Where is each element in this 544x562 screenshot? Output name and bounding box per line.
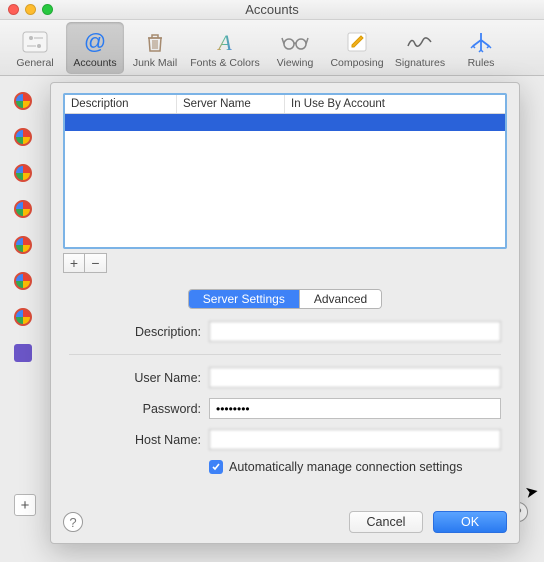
cell-server [177, 114, 285, 131]
preferences-toolbar: General @ Accounts Junk Mail A Fonts & C… [0, 20, 544, 76]
add-remove-bar: + − [63, 253, 507, 273]
cancel-button[interactable]: Cancel [349, 511, 423, 533]
description-input[interactable] [209, 321, 501, 342]
settings-tabs: Server Settings Advanced [63, 289, 507, 309]
col-description[interactable]: Description [65, 95, 177, 113]
toolbar-label: Junk Mail [133, 57, 177, 69]
fonts-icon: A [210, 29, 240, 55]
tab-server-settings[interactable]: Server Settings [189, 290, 299, 308]
rules-icon [466, 29, 496, 55]
toolbar-label: Signatures [395, 57, 445, 69]
username-input[interactable] [209, 367, 501, 388]
mouse-cursor-icon: ➤ [523, 481, 540, 503]
toolbar-label: Accounts [73, 57, 116, 69]
accounts-list-partial [14, 92, 38, 516]
smtp-servers-sheet: Description Server Name In Use By Accoun… [50, 82, 520, 544]
toolbar-accounts[interactable]: @ Accounts [66, 22, 124, 74]
add-server-button[interactable]: + [63, 253, 85, 273]
username-label: User Name: [69, 371, 209, 385]
titlebar: Accounts [0, 0, 544, 20]
divider [69, 354, 501, 355]
sheet-footer: ? Cancel OK [63, 501, 507, 533]
col-in-use[interactable]: In Use By Account [285, 95, 505, 113]
account-avatar-icon [14, 200, 32, 218]
svg-text:@: @ [84, 29, 106, 54]
table-body [65, 114, 505, 247]
trash-icon [140, 29, 170, 55]
svg-text:A: A [216, 30, 232, 54]
cell-description [65, 114, 177, 131]
at-icon: @ [80, 29, 110, 55]
toolbar-signatures[interactable]: Signatures [390, 22, 450, 74]
hostname-label: Host Name: [69, 433, 209, 447]
hostname-input[interactable] [209, 429, 501, 450]
account-avatar-icon [14, 344, 32, 362]
account-avatar-icon [14, 236, 32, 254]
toolbar-label: Composing [330, 57, 383, 69]
col-server-name[interactable]: Server Name [177, 95, 285, 113]
toolbar-rules[interactable]: Rules [452, 22, 510, 74]
description-label: Description: [69, 325, 209, 339]
account-avatar-icon [14, 92, 32, 110]
toolbar-label: General [16, 57, 53, 69]
servers-table[interactable]: Description Server Name In Use By Accoun… [63, 93, 507, 249]
auto-manage-label: Automatically manage connection settings [229, 460, 462, 474]
ok-button[interactable]: OK [433, 511, 507, 533]
switches-icon [20, 29, 50, 55]
password-label: Password: [69, 402, 209, 416]
tab-advanced[interactable]: Advanced [299, 290, 381, 308]
compose-icon [342, 29, 372, 55]
help-button[interactable]: ? [63, 512, 83, 532]
toolbar-composing[interactable]: Composing [326, 22, 388, 74]
auto-manage-row[interactable]: Automatically manage connection settings [209, 460, 462, 474]
password-input[interactable] [209, 398, 501, 419]
toolbar-label: Rules [468, 57, 495, 69]
account-avatar-icon [14, 164, 32, 182]
toolbar-viewing[interactable]: Viewing [266, 22, 324, 74]
table-row[interactable] [65, 114, 505, 131]
signature-icon [405, 29, 435, 55]
toolbar-general[interactable]: General [6, 22, 64, 74]
account-avatar-icon [14, 128, 32, 146]
table-header: Description Server Name In Use By Accoun… [65, 95, 505, 114]
window-title: Accounts [0, 2, 544, 17]
toolbar-label: Viewing [277, 57, 314, 69]
account-avatar-icon [14, 308, 32, 326]
toolbar-fonts[interactable]: A Fonts & Colors [186, 22, 264, 74]
glasses-icon [280, 29, 310, 55]
account-avatar-icon [14, 272, 32, 290]
toolbar-junk[interactable]: Junk Mail [126, 22, 184, 74]
remove-server-button[interactable]: − [85, 253, 107, 273]
server-settings-form: Description: User Name: Password: Host N… [63, 321, 507, 474]
cell-inuse [285, 114, 505, 131]
add-account-button[interactable]: + [14, 494, 36, 516]
toolbar-label: Fonts & Colors [190, 57, 259, 69]
checkbox-checked-icon[interactable] [209, 460, 223, 474]
